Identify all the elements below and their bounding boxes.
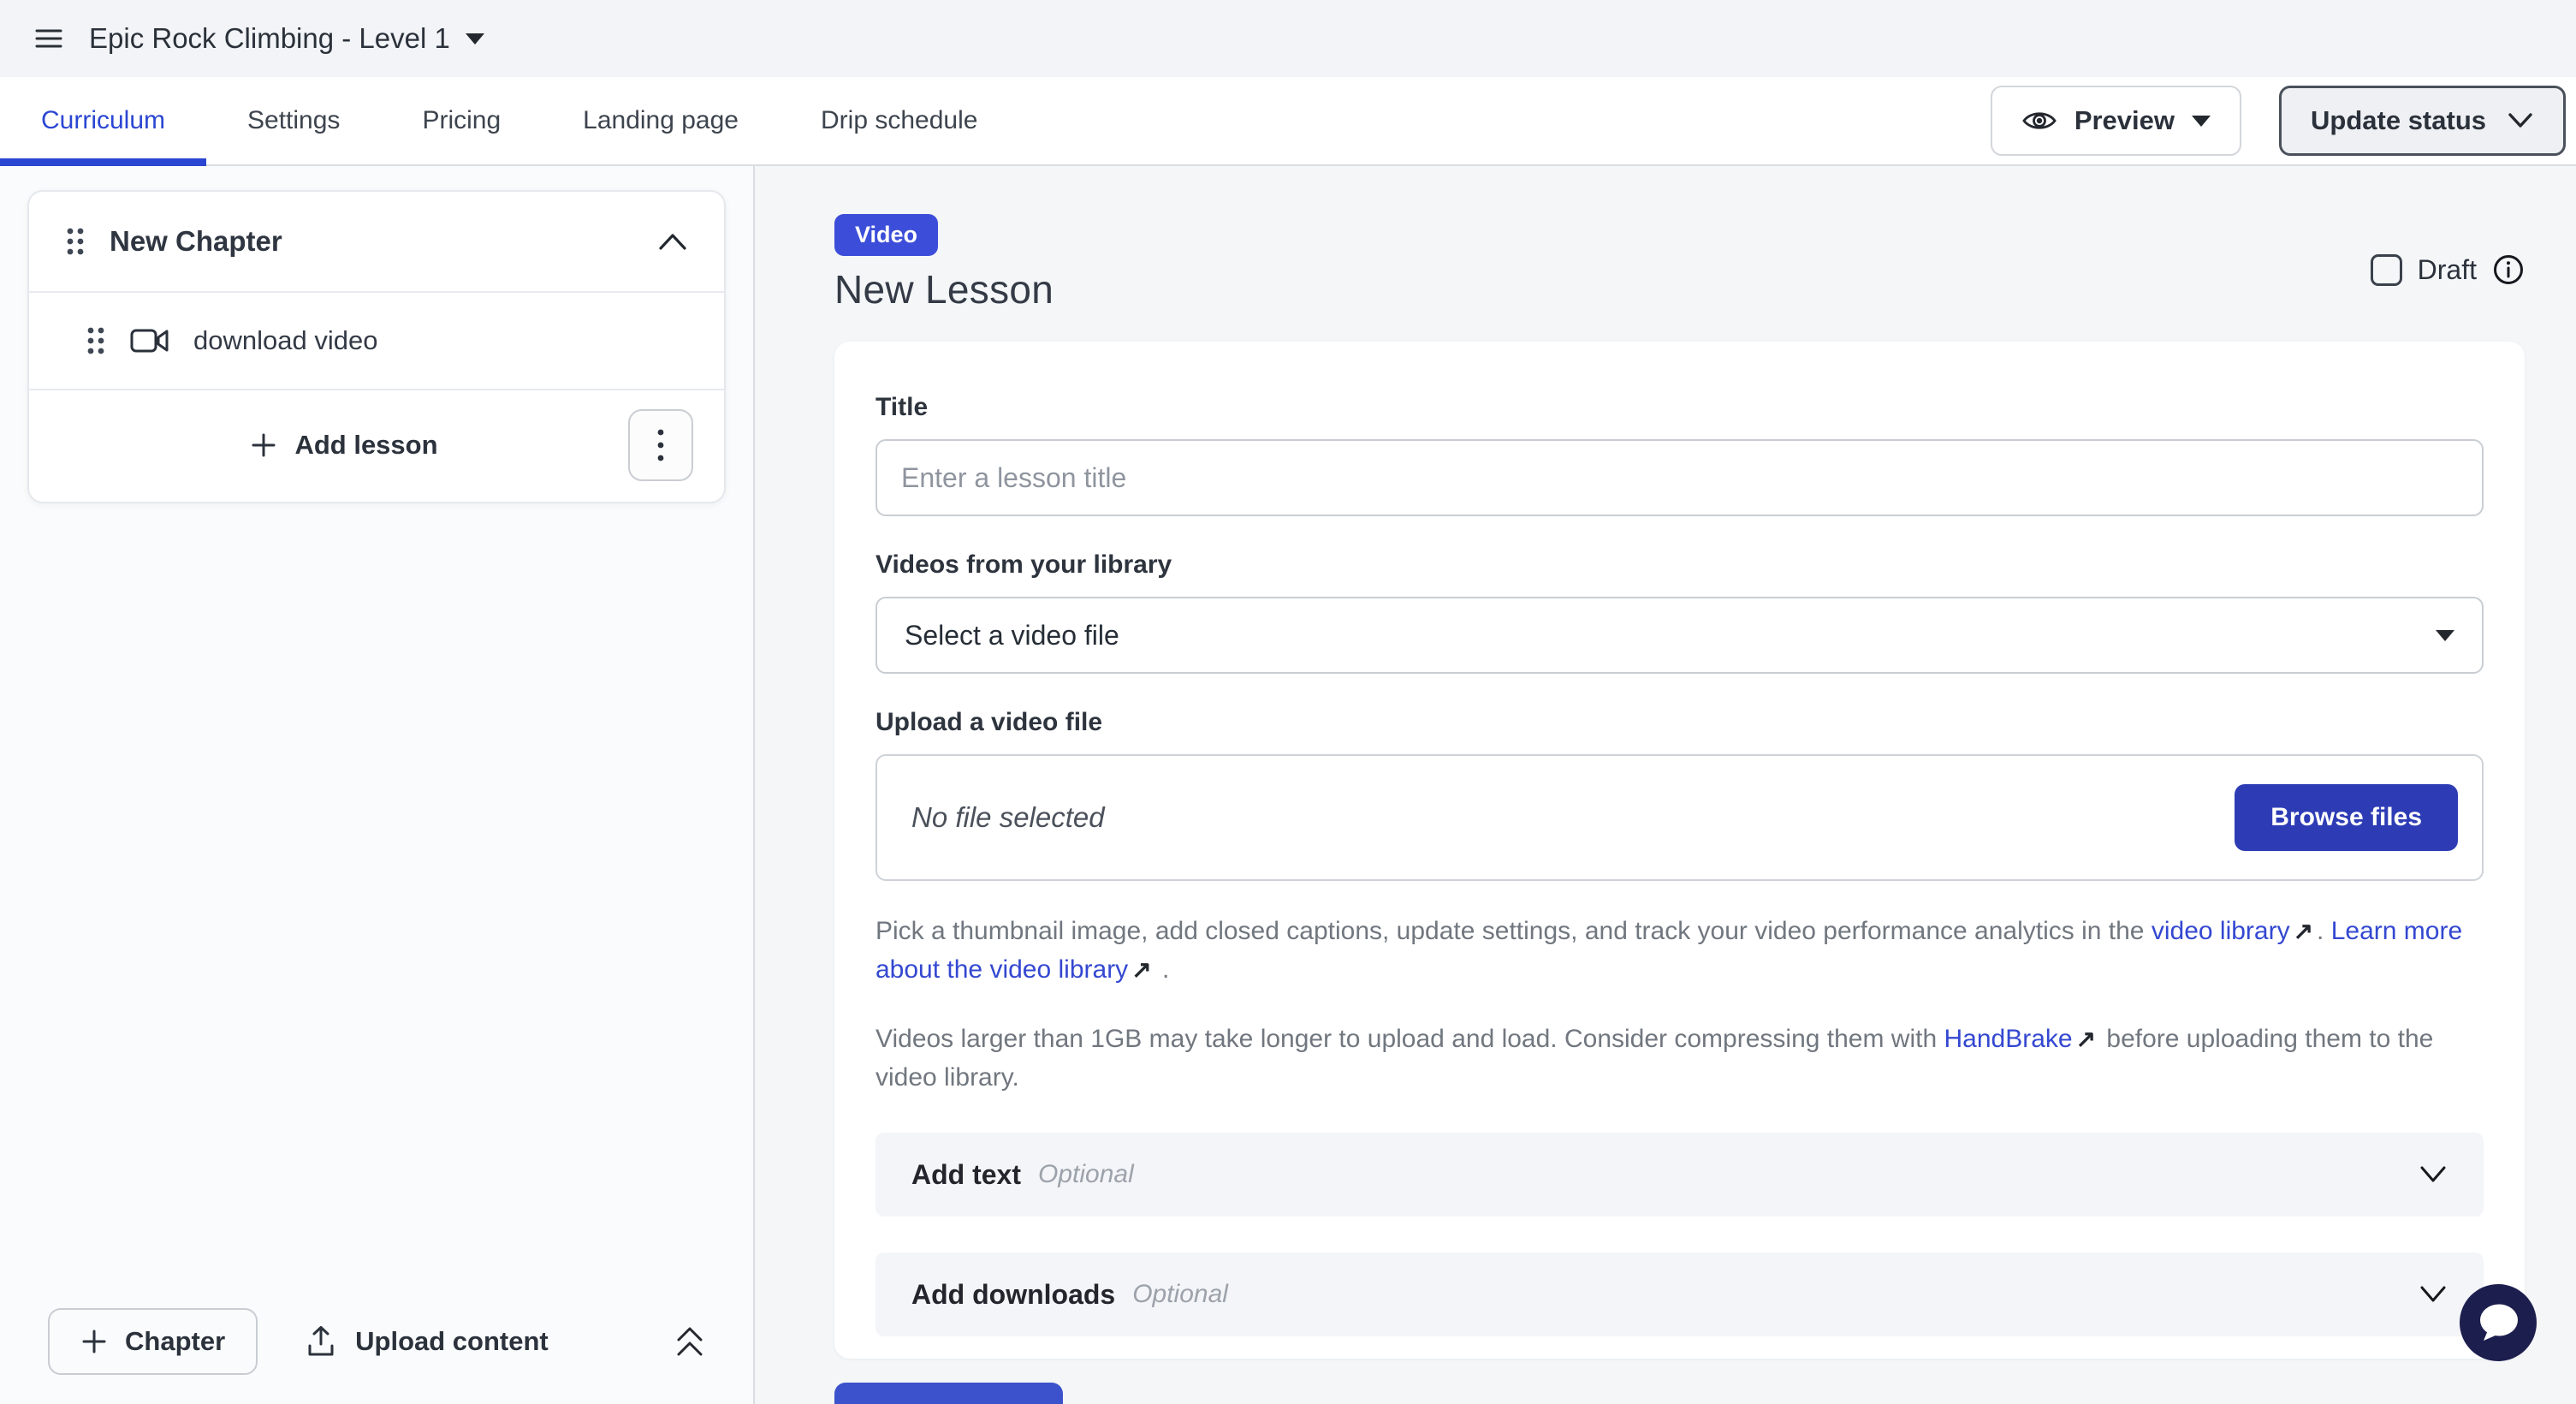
sidebar-footer: Chapter Upload content (0, 1282, 753, 1404)
draft-toggle: Draft (2371, 253, 2525, 286)
draft-label: Draft (2418, 254, 2477, 286)
info-icon[interactable] (2492, 253, 2525, 286)
add-downloads-section-toggle[interactable]: Add downloads Optional (875, 1252, 2484, 1336)
browse-files-button[interactable]: Browse files (2235, 784, 2458, 851)
tab-bar-actions: Preview Update status (1991, 77, 2576, 164)
app-window: Epic Rock Climbing - Level 1 Curriculum … (0, 0, 2576, 1404)
chapter-header[interactable]: New Chapter (29, 192, 724, 291)
lesson-title-input[interactable] (875, 439, 2484, 516)
collapse-sidebar-button[interactable] (674, 1324, 705, 1359)
no-file-text: No file selected (911, 801, 1105, 834)
add-lesson-label: Add lesson (294, 430, 437, 461)
tab-pricing[interactable]: Pricing (381, 77, 542, 164)
add-downloads-label: Add downloads (911, 1279, 1115, 1311)
course-switcher[interactable]: Epic Rock Climbing - Level 1 (89, 22, 484, 55)
lesson-item-title: download video (193, 325, 377, 356)
preview-button-label: Preview (2074, 105, 2175, 136)
caret-down-icon (466, 33, 484, 45)
lesson-form-card: Title Videos from your library Select a … (834, 342, 2525, 1359)
curriculum-sidebar: New Chapter (0, 166, 755, 1404)
add-chapter-button[interactable]: Chapter (48, 1308, 258, 1375)
course-title: Epic Rock Climbing - Level 1 (89, 22, 450, 55)
tab-label: Landing page (583, 106, 739, 135)
chat-bubble-icon (2460, 1284, 2537, 1361)
external-link-icon: ↗ (2073, 1020, 2099, 1058)
chapter-card: New Chapter (27, 190, 726, 503)
add-chapter-label: Chapter (125, 1326, 225, 1357)
video-size-help-text: Videos larger than 1GB may take longer t… (875, 1020, 2484, 1097)
upload-field-label: Upload a video file (875, 708, 2484, 737)
lesson-type-badge: Video (834, 214, 938, 256)
chapter-title: New Chapter (110, 225, 282, 258)
caret-down-icon (2192, 116, 2211, 127)
external-link-icon: ↗ (2290, 912, 2317, 950)
external-link-icon: ↗ (1128, 950, 1154, 989)
upload-content-label: Upload content (355, 1326, 549, 1357)
drag-handle-icon[interactable] (65, 224, 86, 259)
optional-label: Optional (1132, 1280, 1228, 1309)
video-library-select[interactable]: Select a video file (875, 597, 2484, 674)
tab-drip-schedule[interactable]: Drip schedule (780, 77, 1018, 164)
add-text-section-toggle[interactable]: Add text Optional (875, 1133, 2484, 1217)
upload-icon (306, 1325, 336, 1358)
video-library-help-text: Pick a thumbnail image, add closed capti… (875, 912, 2484, 989)
tab-label: Settings (247, 106, 340, 135)
plus-icon (80, 1328, 108, 1355)
tab-curriculum[interactable]: Curriculum (0, 77, 206, 164)
help-text: Videos larger than 1GB may take longer t… (875, 1025, 1944, 1053)
plus-icon (250, 431, 277, 459)
page-title: New Lesson (834, 266, 1054, 312)
tab-label: Curriculum (41, 106, 165, 135)
chat-launcher-button[interactable] (2460, 1284, 2537, 1361)
optional-label: Optional (1038, 1160, 1134, 1189)
lesson-editor-pane: Video New Lesson Draft (755, 166, 2576, 1404)
preview-button[interactable]: Preview (1991, 86, 2241, 156)
lesson-item[interactable]: download video (29, 293, 724, 389)
tab-label: Drip schedule (821, 106, 977, 135)
update-status-button[interactable]: Update status (2279, 86, 2566, 156)
update-status-label: Update status (2311, 105, 2486, 136)
help-text: Pick a thumbnail image, add closed capti… (875, 917, 2152, 945)
add-lesson-button[interactable]: Add lesson (60, 430, 628, 461)
help-text: . (1155, 955, 1170, 984)
course-tab-bar: Curriculum Settings Pricing Landing page… (0, 77, 2576, 166)
eye-icon (2021, 108, 2057, 134)
title-field-label: Title (875, 393, 2484, 422)
draft-checkbox[interactable] (2371, 254, 2402, 286)
chapter-menu-button[interactable] (628, 409, 693, 481)
upload-content-button[interactable]: Upload content (306, 1325, 549, 1358)
double-chevron-up-icon (674, 1324, 705, 1359)
tab-label: Pricing (422, 106, 501, 135)
video-library-link[interactable]: video library (2152, 917, 2290, 945)
library-field-label: Videos from your library (875, 550, 2484, 580)
handbrake-link[interactable]: HandBrake (1944, 1025, 2073, 1053)
save-lesson-button[interactable]: Save lesson (834, 1383, 1063, 1404)
hamburger-icon (34, 27, 63, 51)
chapter-footer: Add lesson (29, 390, 724, 502)
chevron-down-icon (2419, 1285, 2448, 1304)
chevron-down-icon (2507, 112, 2534, 129)
kebab-icon (656, 427, 665, 463)
video-icon (130, 326, 169, 355)
menu-button[interactable] (34, 27, 63, 51)
tab-landing-page[interactable]: Landing page (542, 77, 780, 164)
upload-dropzone[interactable]: No file selected Browse files (875, 754, 2484, 881)
lesson-header: Video New Lesson Draft (834, 214, 2525, 312)
chevron-down-icon (2419, 1165, 2448, 1184)
caret-down-icon (2436, 630, 2454, 641)
chevron-up-icon[interactable] (657, 232, 688, 251)
top-bar: Epic Rock Climbing - Level 1 (0, 0, 2576, 77)
tab-settings[interactable]: Settings (206, 77, 381, 164)
add-text-label: Add text (911, 1159, 1021, 1191)
save-row: Save lesson (834, 1383, 2525, 1404)
drag-handle-icon[interactable] (86, 324, 106, 358)
video-library-select-value: Select a video file (905, 620, 1119, 651)
help-text: . (2317, 917, 2331, 945)
